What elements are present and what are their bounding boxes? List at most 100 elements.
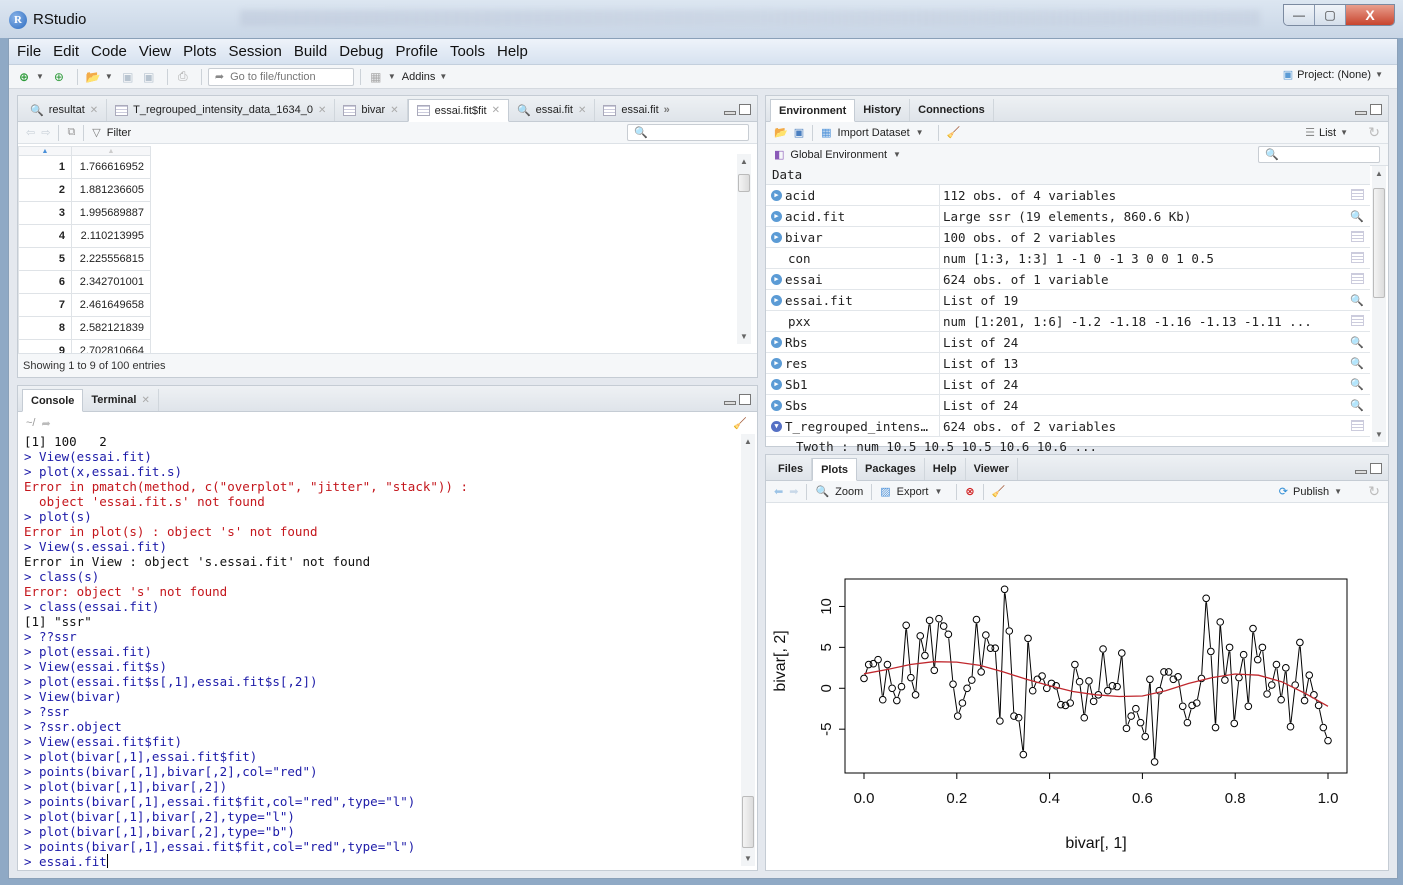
minimize-pane-icon[interactable]	[724, 111, 736, 115]
expand-icon[interactable]: ▶	[771, 273, 782, 285]
popout-icon[interactable]: ⧉	[67, 126, 75, 139]
tab-environment[interactable]: Environment	[770, 99, 856, 122]
filter-icon[interactable]: ▽	[92, 126, 100, 139]
minimize-button[interactable]: —	[1284, 5, 1315, 25]
menu-edit[interactable]: Edit	[49, 43, 87, 60]
view-data-grid-icon[interactable]	[1351, 231, 1364, 245]
collapse-icon[interactable]: ▼	[771, 420, 782, 432]
open-file-dropdown-icon[interactable]: ▼	[105, 72, 113, 81]
value-column-header[interactable]: ▲	[71, 146, 151, 156]
environment-row[interactable]: ▼ T_regrouped_intens… 624 obs. of 2 variab…	[766, 416, 1370, 437]
view-data-grid-icon[interactable]	[1351, 189, 1364, 203]
tab-history[interactable]: History	[855, 99, 911, 121]
close-tab-icon[interactable]: ✕	[318, 105, 326, 116]
environment-row[interactable]: ▶ acid.fit Large ssr (19 elements, 860.6 K…	[766, 206, 1370, 227]
pane-layout-icon[interactable]: ▦	[367, 68, 385, 86]
expand-icon[interactable]: ▶	[771, 231, 782, 243]
expand-icon[interactable]: ▶	[771, 336, 782, 348]
minimize-pane-icon[interactable]	[1355, 470, 1367, 474]
environment-row[interactable]: pxx num [1:201, 1:6] -1.2 -1.18 -1.16 -1.…	[766, 311, 1370, 332]
goto-directory-icon[interactable]: ➦	[41, 417, 50, 430]
source-tab[interactable]: T_regrouped_intensity_data_1634_0 ✕	[107, 99, 336, 121]
expand-icon[interactable]: ▶	[771, 210, 782, 222]
environment-row[interactable]: ▶ essai 624 obs. of 1 variable	[766, 269, 1370, 290]
import-dropdown-icon[interactable]: ▼	[916, 128, 924, 137]
console-input-text[interactable]: > essai.fit	[24, 854, 107, 869]
close-tab-icon[interactable]: ✕	[578, 105, 586, 116]
clear-workspace-broom-icon[interactable]: 🧹	[947, 126, 961, 139]
refresh-icon[interactable]: ↻	[1368, 124, 1380, 141]
menu-help[interactable]: Help	[493, 43, 536, 60]
save-workspace-icon[interactable]: ▣	[794, 126, 804, 139]
menu-debug[interactable]: Debug	[335, 43, 391, 60]
data-search-input[interactable]: 🔍	[627, 124, 749, 141]
scroll-down-icon[interactable]: ▼	[1375, 430, 1383, 439]
save-all-icon[interactable]: ▣	[140, 68, 158, 86]
clear-console-icon[interactable]: 🧹	[733, 417, 747, 430]
maximize-pane-icon[interactable]	[1370, 104, 1382, 115]
environment-search-input[interactable]: 🔍	[1258, 146, 1380, 163]
environment-row[interactable]: ▶ acid 112 obs. of 4 variables	[766, 185, 1370, 206]
menu-plots[interactable]: Plots	[179, 43, 224, 60]
environment-row[interactable]: ▶ bivar 100 obs. of 2 variables	[766, 227, 1370, 248]
environment-row[interactable]: ▶ Rbs List of 24 🔍	[766, 332, 1370, 353]
scope-dropdown-icon[interactable]: ▼	[893, 150, 901, 159]
addins-dropdown-icon[interactable]: ▼	[439, 72, 447, 81]
view-data-grid-icon[interactable]	[1351, 315, 1364, 329]
more-tabs-icon[interactable]: »	[664, 104, 670, 116]
close-tab-icon[interactable]: ✕	[90, 105, 98, 116]
open-file-icon[interactable]: 📂	[84, 68, 102, 86]
menu-file[interactable]: File	[13, 43, 49, 60]
previous-plot-icon[interactable]: ⬅	[774, 485, 783, 498]
close-button[interactable]: X	[1346, 5, 1394, 25]
menu-profile[interactable]: Profile	[391, 43, 446, 60]
scroll-up-icon[interactable]: ▲	[740, 157, 748, 166]
inspect-search-icon[interactable]: 🔍	[1350, 294, 1364, 307]
expand-icon[interactable]: ▶	[771, 399, 782, 411]
filter-button[interactable]: Filter	[107, 127, 131, 139]
print-icon[interactable]: ⎙	[174, 68, 192, 86]
source-tab[interactable]: 🔍 essai.fit ✕	[509, 99, 596, 121]
import-dataset-button[interactable]: Import Dataset	[838, 127, 910, 139]
tab-terminal[interactable]: Terminal ✕	[83, 389, 159, 411]
menu-view[interactable]: View	[135, 43, 179, 60]
tab-console[interactable]: Console	[22, 389, 84, 412]
expand-icon[interactable]: ▶	[771, 189, 782, 201]
export-button[interactable]: Export	[897, 486, 929, 498]
scrollbar-thumb[interactable]	[1373, 188, 1385, 298]
data-table-scrollbar[interactable]: ▲ ▼	[737, 154, 751, 344]
next-plot-icon[interactable]: ➡	[789, 485, 798, 498]
tab-files[interactable]: Files	[770, 458, 813, 480]
source-tab-active[interactable]: essai.fit$fit ✕	[407, 99, 509, 122]
export-dropdown-icon[interactable]: ▼	[934, 487, 942, 496]
menu-build[interactable]: Build	[290, 43, 335, 60]
tab-viewer[interactable]: Viewer	[966, 458, 1018, 480]
back-arrow-icon[interactable]: ⇦	[26, 126, 35, 139]
forward-arrow-icon[interactable]: ⇨	[41, 126, 50, 139]
expand-icon[interactable]: ▶	[771, 294, 782, 306]
source-tab[interactable]: bivar ✕	[335, 99, 408, 121]
console-output[interactable]: [1] 100 2 > View(essai.fit) > plot(x,essai…	[18, 434, 739, 870]
remove-plot-icon[interactable]: ⊗	[965, 485, 974, 498]
scrollbar-thumb[interactable]	[742, 796, 754, 848]
close-tab-icon[interactable]: ✕	[492, 105, 500, 116]
new-file-icon[interactable]: ⊕	[15, 68, 33, 86]
clear-plots-broom-icon[interactable]: 🧹	[992, 485, 1006, 498]
maximize-button[interactable]: ▢	[1315, 5, 1346, 25]
console-input-line[interactable]: > essai.fit	[24, 854, 739, 869]
environment-row[interactable]: ▶ Sb1 List of 24 🔍	[766, 374, 1370, 395]
expand-icon[interactable]: ▶	[771, 357, 782, 369]
new-file-dropdown-icon[interactable]: ▼	[36, 72, 44, 81]
environment-row[interactable]: ▶ Sbs List of 24 🔍	[766, 395, 1370, 416]
view-mode-menu[interactable]: ☰ List ▼	[1305, 126, 1354, 140]
publish-menu[interactable]: ⟳ Publish ▼	[1279, 485, 1348, 499]
working-directory[interactable]: ~/	[26, 417, 35, 429]
save-icon[interactable]: ▣	[119, 68, 137, 86]
minimize-pane-icon[interactable]	[724, 401, 736, 405]
inspect-search-icon[interactable]: 🔍	[1350, 378, 1364, 391]
scroll-up-icon[interactable]: ▲	[744, 437, 752, 446]
tab-packages[interactable]: Packages	[857, 458, 925, 480]
close-tab-icon[interactable]: ✕	[390, 105, 398, 116]
refresh-icon[interactable]: ↻	[1368, 483, 1380, 500]
scroll-down-icon[interactable]: ▼	[744, 854, 752, 863]
